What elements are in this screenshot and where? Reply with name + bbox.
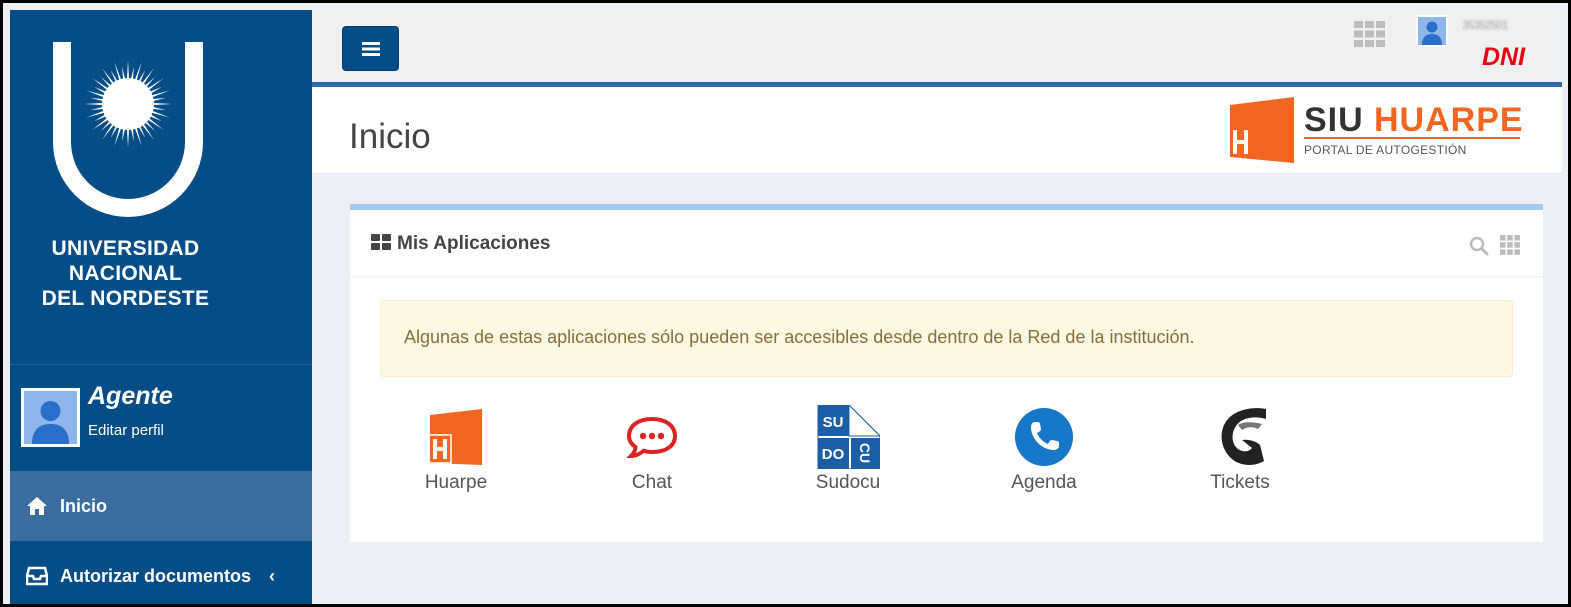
user-role: Agente (88, 382, 173, 410)
sidebar-item-inicio[interactable]: Inicio (10, 471, 312, 541)
sun-ray (102, 68, 115, 86)
sudocu-letters-cu: CU (857, 443, 873, 463)
sidebar-item-label: Autorizar documentos (60, 565, 252, 586)
app-frame: UNIVERSIDAD NACIONAL DEL NORDESTE Agente… (0, 0, 1571, 607)
content-header: Inicio SIU HUARPE PORTAL DE AUTOGESTIÓN (312, 87, 1562, 174)
sidebar: UNIVERSIDAD NACIONAL DEL NORDESTE Agente… (10, 10, 312, 604)
sidebar-item-autorizar-documentos[interactable]: Autorizar documentos ‹ (10, 541, 312, 604)
panel-header: Mis Aplicaciones (350, 210, 1543, 277)
sun-ray (126, 127, 130, 148)
apps-grid-icon[interactable] (1354, 21, 1385, 47)
sun-ray (146, 117, 164, 130)
sun-ray (151, 102, 172, 106)
sun-ray (126, 60, 130, 81)
unne-logo-icon (53, 42, 203, 217)
username-redacted[interactable]: 35352501 (1462, 18, 1524, 32)
chat-icon (626, 416, 678, 459)
dni-annotation: DNI (1482, 43, 1526, 71)
sun-ray (92, 78, 110, 91)
app-tickets[interactable]: Tickets (1175, 405, 1305, 505)
app-label: Huarpe (424, 472, 488, 493)
dashboard-icon (371, 234, 391, 250)
grid-view-icon[interactable] (1500, 235, 1520, 255)
sidebar-item-label: Inicio (60, 495, 108, 516)
university-name-line-2: NACIONAL (68, 262, 183, 285)
user-silhouette-icon (24, 391, 77, 444)
university-name-line-3: DEL NORDESTE (41, 287, 210, 310)
search-icon[interactable] (1469, 236, 1489, 256)
app-sudocu[interactable]: SU DO CU Sudocu (783, 405, 913, 505)
sun-ray (141, 122, 154, 140)
huarpe-brand-icon (1230, 97, 1294, 163)
apps-list: Huarpe Chat SU DO CU Sudocu Agenda Ticke… (350, 405, 1543, 505)
hamburger-icon (361, 41, 380, 56)
app-agenda[interactable]: Agenda (979, 405, 1109, 505)
phone-icon (1015, 408, 1073, 466)
tickets-icon (1221, 408, 1266, 465)
brand-siu: SIU (1304, 101, 1364, 139)
university-logo: UNIVERSIDAD NACIONAL DEL NORDESTE (10, 10, 312, 364)
app-label: Agenda (1011, 472, 1077, 493)
page-title: Inicio (349, 117, 431, 156)
home-icon (26, 495, 48, 517)
app-label: Tickets (1210, 472, 1270, 493)
sun-ray (84, 102, 105, 106)
brand-huarpe: HUARPE (1374, 101, 1524, 139)
sudocu-letters-do: DO (822, 446, 845, 463)
sun-ray (102, 122, 115, 140)
inbox-icon (26, 565, 48, 587)
top-navbar: 35352501 DNI (312, 10, 1562, 82)
app-chat[interactable]: Chat (587, 405, 717, 505)
huarpe-icon (430, 409, 482, 465)
edit-profile-link[interactable]: Editar perfil (88, 422, 164, 439)
sudocu-icon: SU DO CU (817, 405, 880, 469)
sun-ray (146, 78, 164, 91)
app-label: Chat (631, 472, 673, 493)
user-silhouette-icon (1418, 17, 1446, 45)
app-label: Sudocu (815, 472, 881, 493)
university-name-line-1: UNIVERSIDAD (51, 237, 200, 260)
university-name: UNIVERSIDAD NACIONAL DEL NORDESTE (10, 236, 241, 311)
app-huarpe[interactable]: Huarpe (391, 405, 521, 505)
brand-divider (1304, 137, 1520, 139)
sun-ray (141, 68, 154, 86)
sun-ray (92, 117, 110, 130)
brand-subtitle: PORTAL DE AUTOGESTIÓN (1304, 143, 1467, 157)
network-warning-alert: Algunas de estas aplicaciones sólo puede… (380, 300, 1513, 377)
chevron-left-icon: ‹ (269, 565, 276, 586)
apps-panel: Mis Aplicaciones Algunas de estas aplica… (350, 204, 1543, 542)
menu-toggle-button[interactable] (342, 26, 399, 71)
user-panel: Agente Editar perfil (10, 365, 312, 471)
sudocu-letters-su: SU (823, 414, 844, 431)
avatar (21, 388, 80, 447)
user-menu-avatar[interactable] (1416, 15, 1448, 47)
panel-title: Mis Aplicaciones (397, 233, 551, 254)
siu-huarpe-logo: SIU HUARPE PORTAL DE AUTOGESTIÓN (1230, 97, 1530, 167)
